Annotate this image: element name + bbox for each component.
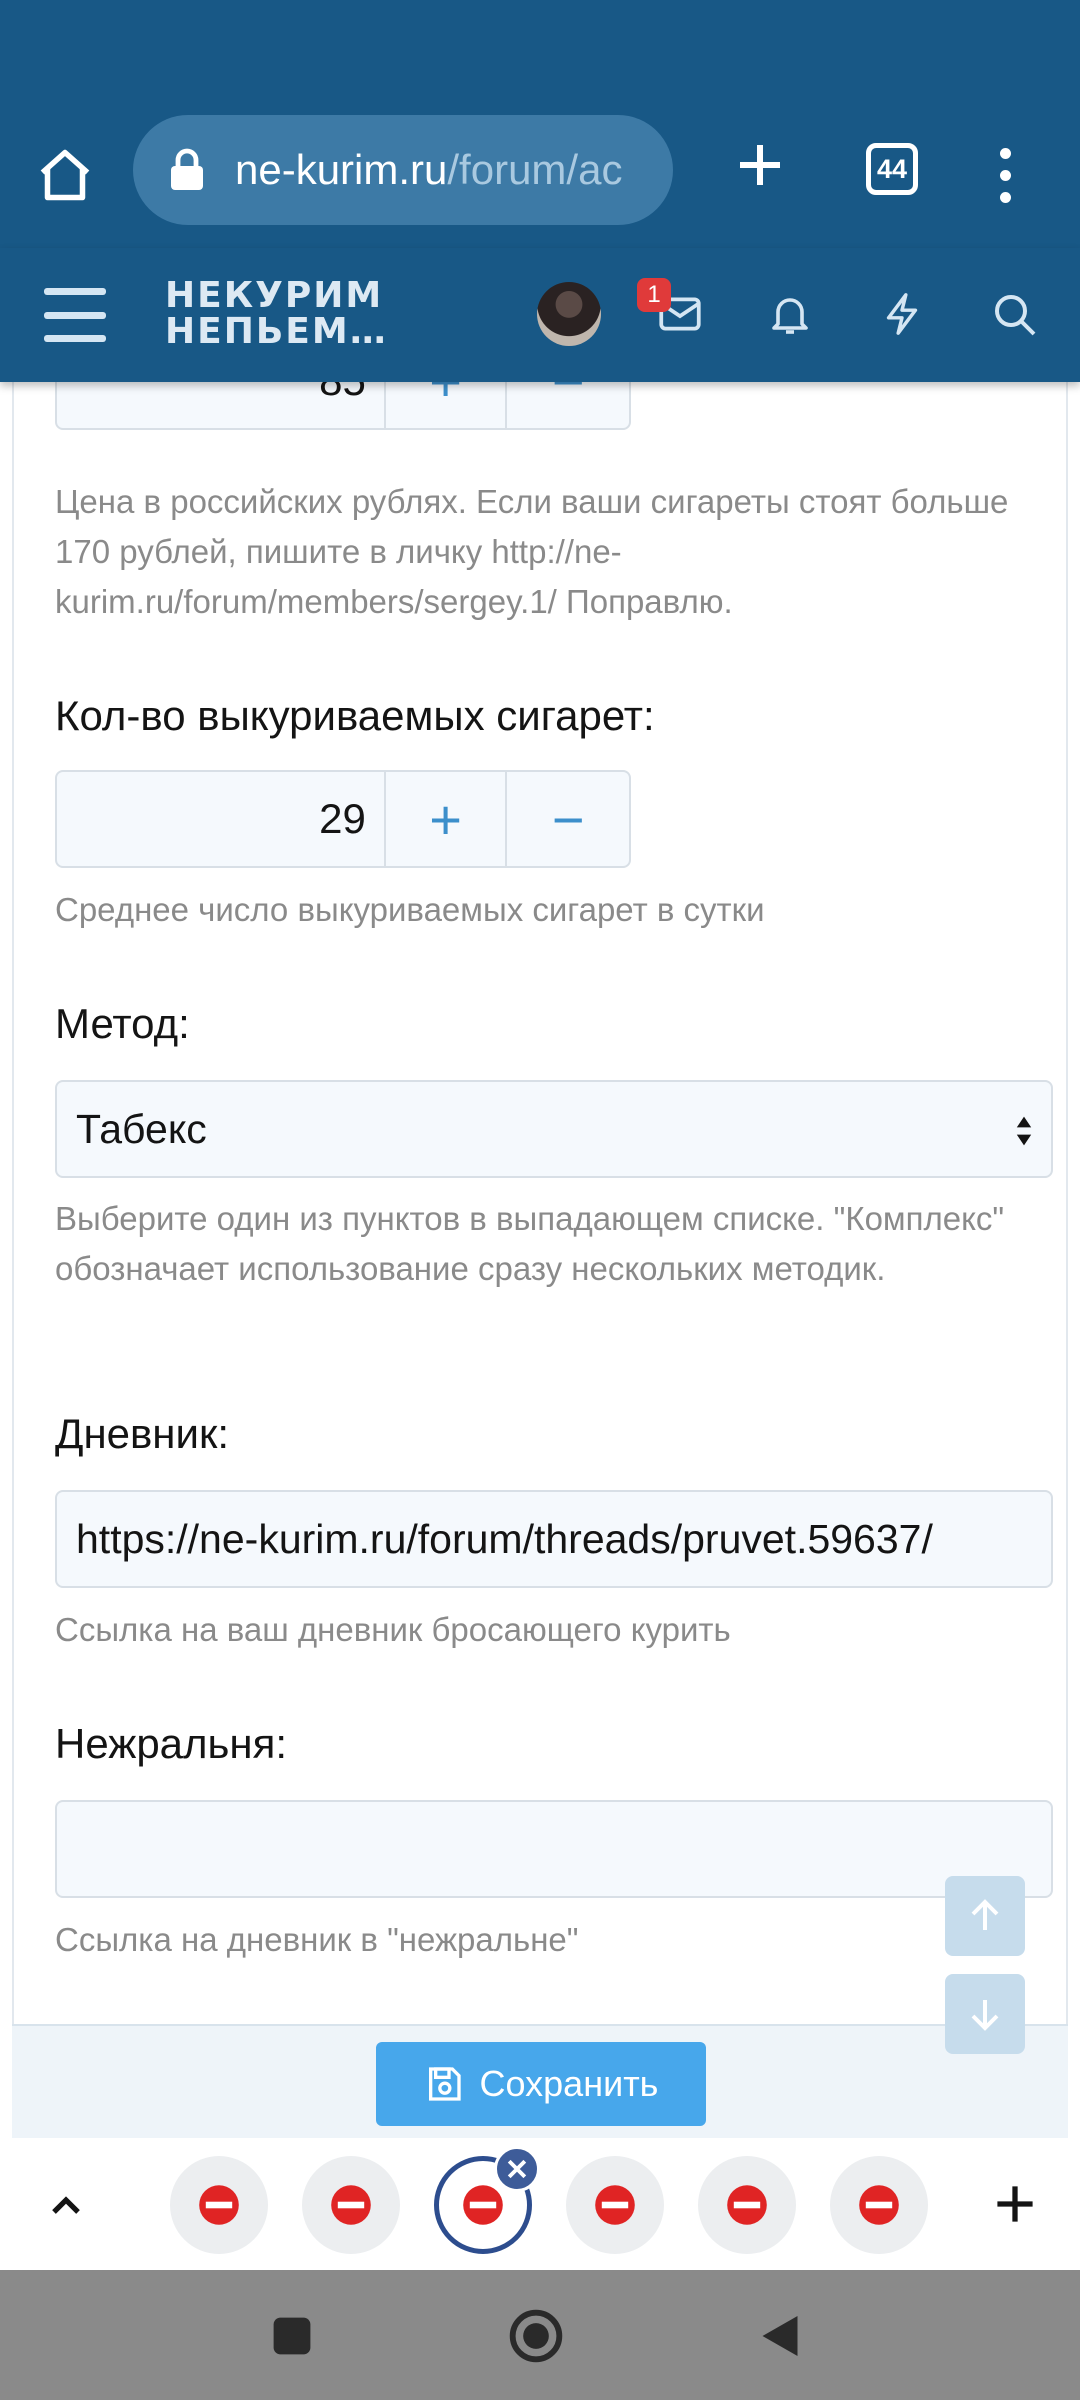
nezhralnya-hint: Ссылка на дневник в "нежральне" — [55, 1921, 579, 1958]
nezhralnya-input[interactable] — [55, 1800, 1053, 1898]
tab-count: 44 — [876, 153, 908, 184]
hamburger-menu-button[interactable] — [44, 288, 106, 342]
site-header: НЕКУРИМ НЕПЬЕМ… 1 — [0, 248, 1080, 382]
cigarettes-stepper[interactable]: 29 + − — [55, 770, 631, 868]
square-icon — [273, 2317, 311, 2355]
plus-icon — [997, 2186, 1033, 2222]
cigarettes-increment-button[interactable]: + — [386, 772, 508, 866]
save-label: Сохранить — [479, 2063, 659, 2104]
avatar[interactable] — [537, 282, 601, 346]
site-favicon-icon — [463, 2185, 503, 2225]
arrow-down-icon — [971, 2000, 999, 2031]
site-favicon-icon — [199, 2185, 239, 2225]
arrow-up-icon — [971, 1899, 999, 1930]
cigarettes-hint: Среднее число выкуриваемых сигарет в сут… — [55, 891, 765, 928]
back-button[interactable] — [752, 2308, 808, 2364]
scroll-bottom-button[interactable] — [945, 1974, 1025, 2054]
dot-icon — [999, 191, 1011, 203]
tab-switcher-button[interactable]: 44 — [866, 143, 918, 195]
method-selected-value: Табекс — [76, 1105, 207, 1152]
diary-label: Дневник: — [55, 1410, 230, 1457]
url-domain: ne-kurim.ru — [235, 146, 448, 193]
recents-button[interactable] — [264, 2308, 320, 2364]
whats-new-button[interactable] — [872, 284, 932, 344]
diary-input[interactable]: https://ne-kurim.ru/forum/threads/pruvet… — [55, 1490, 1053, 1588]
tab-thumbnail[interactable] — [698, 2156, 796, 2254]
logo-line-2: НЕПЬЕМ… — [165, 311, 388, 352]
tab-thumbnail[interactable] — [566, 2156, 664, 2254]
url-text: ne-kurim.ru/forum/ac — [235, 146, 622, 194]
home-nav-button[interactable] — [508, 2308, 564, 2364]
method-label: Метод: — [55, 1000, 190, 1047]
browser-menu-button[interactable] — [975, 125, 1035, 225]
lock-icon — [171, 148, 203, 190]
new-tab-button[interactable] — [725, 130, 795, 200]
dot-icon — [999, 169, 1011, 181]
browser-tab-strip — [0, 2138, 1080, 2270]
home-icon — [40, 149, 90, 201]
site-favicon-icon — [331, 2185, 371, 2225]
back-triangle-icon — [762, 2316, 798, 2356]
browser-toolbar: ne-kurim.ru/forum/ac 44 — [0, 100, 1080, 248]
lightning-icon — [886, 293, 918, 335]
site-favicon-icon — [727, 2185, 767, 2225]
diary-value: https://ne-kurim.ru/forum/threads/pruvet… — [76, 1515, 933, 1562]
url-path: /forum/ac — [447, 146, 623, 193]
status-bar-area — [0, 0, 1080, 100]
save-button[interactable]: Сохранить — [376, 2042, 706, 2126]
nezhralnya-label: Нежральня: — [55, 1720, 288, 1767]
tab-thumbnail[interactable] — [302, 2156, 400, 2254]
address-bar[interactable]: ne-kurim.ru/forum/ac — [133, 115, 673, 225]
home-button[interactable] — [30, 140, 100, 210]
search-button[interactable] — [984, 284, 1044, 344]
bell-icon — [772, 298, 808, 334]
expand-tabs-button[interactable] — [40, 2180, 92, 2232]
floppy-disk-icon — [428, 2067, 461, 2101]
price-hint: Цена в российских рублях. Если ваши сига… — [55, 483, 1009, 620]
diary-hint: Ссылка на ваш дневник бросающего курить — [55, 1611, 731, 1648]
chevron-up-icon — [52, 2196, 80, 2214]
close-icon — [507, 2159, 527, 2179]
close-tab-button[interactable] — [494, 2146, 540, 2192]
site-favicon-icon — [595, 2185, 635, 2225]
system-navigation-bar — [0, 2270, 1080, 2400]
method-hint: Выберите один из пунктов в выпадающем сп… — [55, 1200, 1005, 1287]
form-footer: Сохранить — [12, 2024, 1068, 2138]
tab-thumbnail[interactable] — [170, 2156, 268, 2254]
method-select[interactable]: Табекс — [55, 1080, 1053, 1178]
search-icon — [995, 295, 1036, 336]
notifications-button[interactable] — [760, 284, 820, 344]
cigarettes-decrement-button[interactable]: − — [507, 772, 629, 866]
cigarettes-label: Кол-во выкуриваемых сигарет: — [55, 692, 655, 739]
messages-badge: 1 — [637, 278, 671, 312]
cigarettes-value[interactable]: 29 — [57, 772, 386, 866]
account-form: 85 + − Цена в российских рублях. Если ва… — [12, 332, 1068, 2138]
scroll-top-button[interactable] — [945, 1876, 1025, 1956]
tab-thumbnail[interactable] — [830, 2156, 928, 2254]
select-arrows-icon — [1016, 1116, 1032, 1146]
site-logo[interactable]: НЕКУРИМ НЕПЬЕМ… — [165, 278, 388, 350]
logo-line-1: НЕКУРИМ — [165, 275, 384, 316]
plus-icon — [740, 145, 780, 185]
add-tab-button[interactable] — [985, 2174, 1045, 2234]
circle-home-icon — [509, 2309, 563, 2363]
site-favicon-icon — [859, 2185, 899, 2225]
dot-icon — [999, 147, 1011, 159]
